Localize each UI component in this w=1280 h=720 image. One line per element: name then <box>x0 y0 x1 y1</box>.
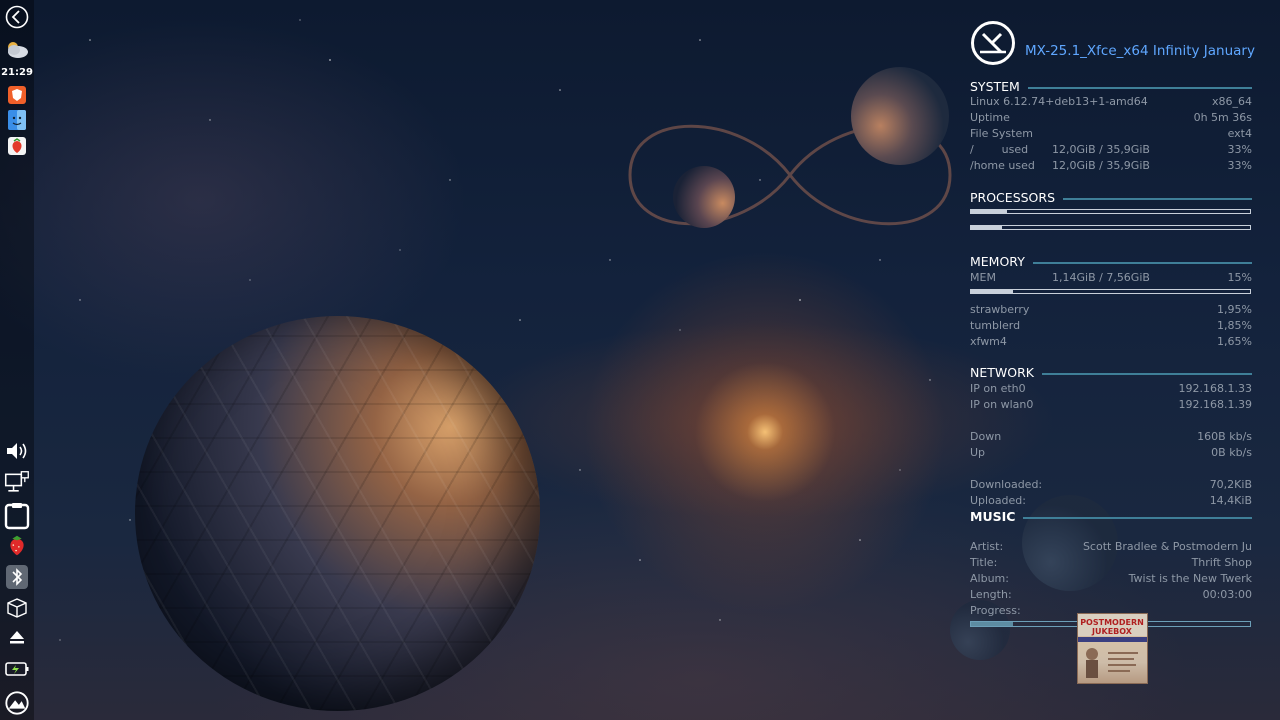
uploaded-row: Uploaded: 14,4KiB <box>970 494 1252 507</box>
left-panel: 21:29 <box>0 0 34 720</box>
root-usage-row: / used 12,0GiB / 35,9GiB 33% <box>970 143 1252 156</box>
mem-bar <box>970 289 1251 294</box>
down-speed-row: Down 160B kb/s <box>970 430 1252 443</box>
battery-icon[interactable] <box>4 656 30 682</box>
back-arrow-icon[interactable] <box>4 4 30 30</box>
clipboard-icon[interactable] <box>4 503 30 530</box>
up-speed-row: Up 0B kb/s <box>970 446 1252 459</box>
track-title-row: Title: Thrift Shop <box>970 556 1252 569</box>
mem-row: MEM 1,14GiB / 7,56GiB 15% <box>970 271 1252 284</box>
planet-small <box>673 166 735 228</box>
low-poly-planet <box>135 316 540 711</box>
bluetooth-icon[interactable] <box>4 564 30 590</box>
music-section-title: MUSIC <box>970 509 1252 524</box>
downloaded-row: Downloaded: 70,2KiB <box>970 478 1252 491</box>
wlan0-row: IP on wlan0 192.168.1.39 <box>970 398 1252 411</box>
processors-section-title: PROCESSORS <box>970 190 1252 205</box>
network-icon[interactable] <box>4 470 30 496</box>
process-row: xfwm4 1,65% <box>970 335 1252 348</box>
panel-clock[interactable]: 21:29 <box>1 67 33 78</box>
file-manager-icon[interactable] <box>4 107 30 133</box>
conky-title: MX-25.1_Xfce_x64 Infinity January <box>1025 43 1255 59</box>
conky-header: MX-25.1_Xfce_x64 Infinity January <box>970 18 1270 68</box>
planet-top-right <box>851 67 949 165</box>
eth0-row: IP on eth0 192.168.1.33 <box>970 382 1252 395</box>
package-box-icon[interactable] <box>4 595 30 621</box>
brave-browser-icon[interactable] <box>4 82 30 108</box>
mx-menu-icon[interactable] <box>4 690 30 716</box>
artist-row: Artist: Scott Bradlee & Postmodern Ju <box>970 540 1252 553</box>
strawberry-tray-icon[interactable] <box>4 533 30 559</box>
cpu1-bar <box>970 209 1251 214</box>
svg-text:JUKEBOX: JUKEBOX <box>1091 627 1133 636</box>
volume-icon[interactable] <box>4 438 30 464</box>
cpu2-bar <box>970 225 1251 230</box>
home-usage-row: /home used 12,0GiB / 35,9GiB 33% <box>970 159 1252 172</box>
album-cover-art: POSTMODERN JUKEBOX <box>1077 613 1148 684</box>
network-section-title: NETWORK <box>970 365 1252 380</box>
uptime-row: Uptime 0h 5m 36s <box>970 111 1252 124</box>
weather-cloud-icon[interactable] <box>4 36 30 62</box>
mx-logo-icon <box>971 21 1015 65</box>
strawberry-player-icon[interactable] <box>4 133 30 159</box>
system-section-title: SYSTEM <box>970 79 1252 94</box>
process-row: strawberry 1,95% <box>970 303 1252 316</box>
filesystem-row: File System ext4 <box>970 127 1252 140</box>
kernel-row: Linux 6.12.74+deb13+1-amd64 x86_64 <box>970 95 1252 108</box>
length-row: Length: 00:03:00 <box>970 588 1252 601</box>
process-row: tumblerd 1,85% <box>970 319 1252 332</box>
album-row: Album: Twist is the New Twerk <box>970 572 1252 585</box>
memory-section-title: MEMORY <box>970 254 1252 269</box>
svg-text:POSTMODERN: POSTMODERN <box>1080 618 1144 627</box>
eject-icon[interactable] <box>4 624 30 650</box>
